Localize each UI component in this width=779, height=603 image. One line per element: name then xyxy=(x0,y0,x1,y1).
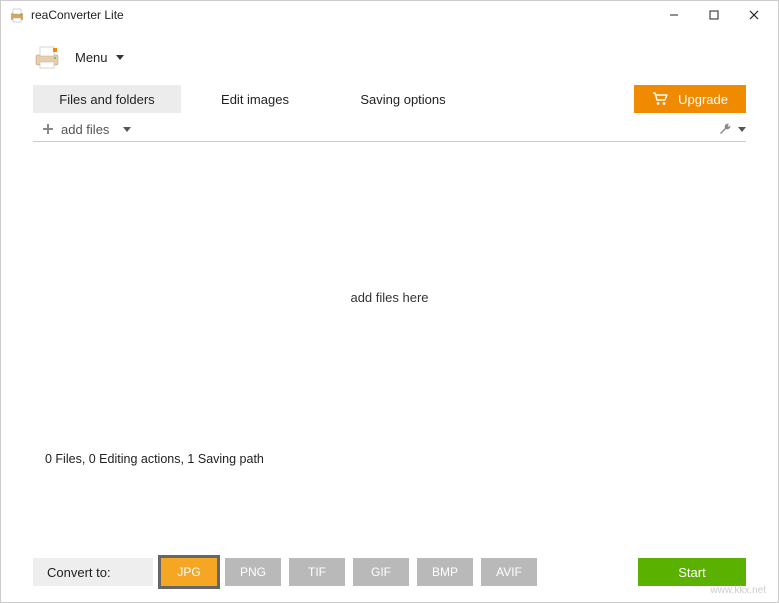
tabs-row: Files and folders Edit images Saving opt… xyxy=(1,85,778,113)
tab-label: Edit images xyxy=(221,92,289,107)
add-files-label: add files xyxy=(61,122,109,137)
cart-icon xyxy=(652,92,668,106)
drop-area[interactable]: add files here xyxy=(1,142,778,452)
menu-label: Menu xyxy=(75,50,108,65)
printer-icon xyxy=(33,43,61,71)
chevron-down-icon xyxy=(116,55,124,60)
watermark: www.kkx.net xyxy=(710,585,766,596)
wrench-icon xyxy=(718,121,734,137)
tab-label: Saving options xyxy=(360,92,445,107)
format-png-button[interactable]: PNG xyxy=(225,558,281,586)
upgrade-label: Upgrade xyxy=(678,92,728,107)
chevron-down-icon xyxy=(123,127,131,132)
start-label: Start xyxy=(678,565,705,580)
tab-saving-options[interactable]: Saving options xyxy=(329,85,477,113)
settings-button[interactable] xyxy=(718,121,746,137)
format-tif-button[interactable]: TIF xyxy=(289,558,345,586)
format-gif-button[interactable]: GIF xyxy=(353,558,409,586)
close-button[interactable] xyxy=(734,2,774,28)
drop-hint: add files here xyxy=(350,290,428,305)
menu-row: Menu xyxy=(1,29,778,85)
add-files-button[interactable]: add files xyxy=(41,122,131,137)
plus-icon xyxy=(41,122,55,136)
titlebar: reaConverter Lite xyxy=(1,1,778,29)
minimize-button[interactable] xyxy=(654,2,694,28)
start-button[interactable]: Start xyxy=(638,558,746,586)
tab-files-and-folders[interactable]: Files and folders xyxy=(33,85,181,113)
format-avif-button[interactable]: AVIF xyxy=(481,558,537,586)
convert-to-label: Convert to: xyxy=(33,558,153,586)
status-row: 0 Files, 0 Editing actions, 1 Saving pat… xyxy=(1,452,778,484)
tab-label: Files and folders xyxy=(59,92,154,107)
status-text: 0 Files, 0 Editing actions, 1 Saving pat… xyxy=(45,452,264,466)
maximize-button[interactable] xyxy=(694,2,734,28)
bottom-row: Convert to: JPG PNG TIF GIF BMP AVIF Sta… xyxy=(33,558,746,586)
format-jpg-button[interactable]: JPG xyxy=(161,558,217,586)
addfiles-row: add files xyxy=(1,113,778,141)
window-title: reaConverter Lite xyxy=(31,8,654,22)
format-bmp-button[interactable]: BMP xyxy=(417,558,473,586)
upgrade-button[interactable]: Upgrade xyxy=(634,85,746,113)
tab-edit-images[interactable]: Edit images xyxy=(181,85,329,113)
chevron-down-icon xyxy=(738,127,746,132)
app-icon xyxy=(9,7,25,23)
menu-button[interactable]: Menu xyxy=(75,50,124,65)
